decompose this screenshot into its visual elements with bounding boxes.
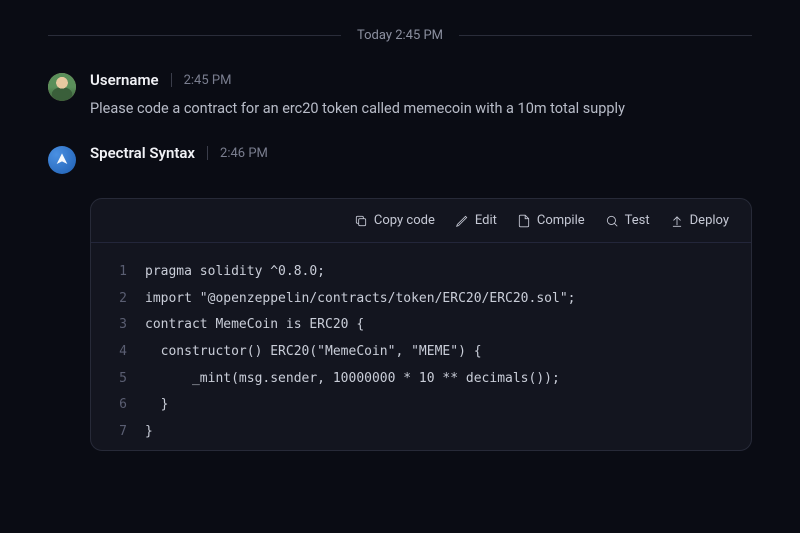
code-line: 6 }	[113, 392, 729, 419]
code-line: 7}	[113, 419, 729, 446]
compile-button[interactable]: Compile	[517, 213, 585, 228]
code-line: 2 import "@openzeppelin/contracts/token/E…	[113, 286, 729, 313]
user-avatar[interactable]	[48, 73, 76, 101]
line-code: }	[145, 419, 153, 446]
header-separator	[207, 146, 208, 160]
copy-label: Copy code	[374, 213, 435, 228]
deploy-icon	[670, 214, 684, 228]
divider-line	[459, 35, 752, 36]
line-code: }	[145, 392, 168, 419]
line-number: 2	[113, 286, 127, 313]
copy-code-button[interactable]: Copy code	[354, 213, 435, 228]
compile-icon	[517, 214, 531, 228]
line-number: 6	[113, 392, 127, 419]
user-message: Username 2:45 PM Please code a contract …	[48, 71, 752, 120]
test-icon	[605, 214, 619, 228]
code-content[interactable]: 1 pragma solidity ^0.8.0; 2 import "@openze…	[91, 243, 751, 449]
bot-avatar[interactable]	[48, 146, 76, 174]
divider-label: Today 2:45 PM	[357, 28, 443, 43]
test-label: Test	[625, 213, 650, 228]
edit-label: Edit	[475, 213, 497, 228]
message-time: 2:46 PM	[220, 146, 268, 161]
line-code: constructor() ERC20("MemeCoin", "MEME") …	[145, 339, 482, 366]
line-code: pragma solidity ^0.8.0;	[145, 259, 325, 286]
code-toolbar: Copy code Edit Compile Test Deploy	[91, 199, 751, 243]
line-number: 1	[113, 259, 127, 286]
header-separator	[171, 73, 172, 87]
test-button[interactable]: Test	[605, 213, 650, 228]
deploy-button[interactable]: Deploy	[670, 213, 729, 228]
edit-icon	[455, 214, 469, 228]
divider-line	[48, 35, 341, 36]
line-number: 4	[113, 339, 127, 366]
code-line: 1 pragma solidity ^0.8.0;	[113, 259, 729, 286]
code-block: Copy code Edit Compile Test Deploy 1 prag…	[90, 198, 752, 450]
code-line: 5 _mint(msg.sender, 10000000 * 10 ** dec…	[113, 366, 729, 393]
message-text: Please code a contract for an erc20 toke…	[90, 97, 650, 120]
line-code: contract MemeCoin is ERC20 {	[145, 312, 364, 339]
message-time: 2:45 PM	[184, 73, 232, 88]
line-number: 5	[113, 366, 127, 393]
bot-name-label[interactable]: Spectral Syntax	[90, 144, 195, 162]
edit-button[interactable]: Edit	[455, 213, 497, 228]
deploy-label: Deploy	[690, 213, 729, 228]
line-code: _mint(msg.sender, 10000000 * 10 ** decim…	[145, 366, 560, 393]
bot-logo-icon	[54, 152, 70, 168]
date-divider: Today 2:45 PM	[48, 28, 752, 43]
line-code: import "@openzeppelin/contracts/token/ER…	[145, 286, 575, 313]
bot-message: Spectral Syntax 2:46 PM	[48, 144, 752, 174]
line-number: 3	[113, 312, 127, 339]
compile-label: Compile	[537, 213, 585, 228]
code-line: 4 constructor() ERC20("MemeCoin", "MEME"…	[113, 339, 729, 366]
copy-icon	[354, 214, 368, 228]
line-number: 7	[113, 419, 127, 446]
username-label[interactable]: Username	[90, 71, 159, 89]
code-line: 3 contract MemeCoin is ERC20 {	[113, 312, 729, 339]
